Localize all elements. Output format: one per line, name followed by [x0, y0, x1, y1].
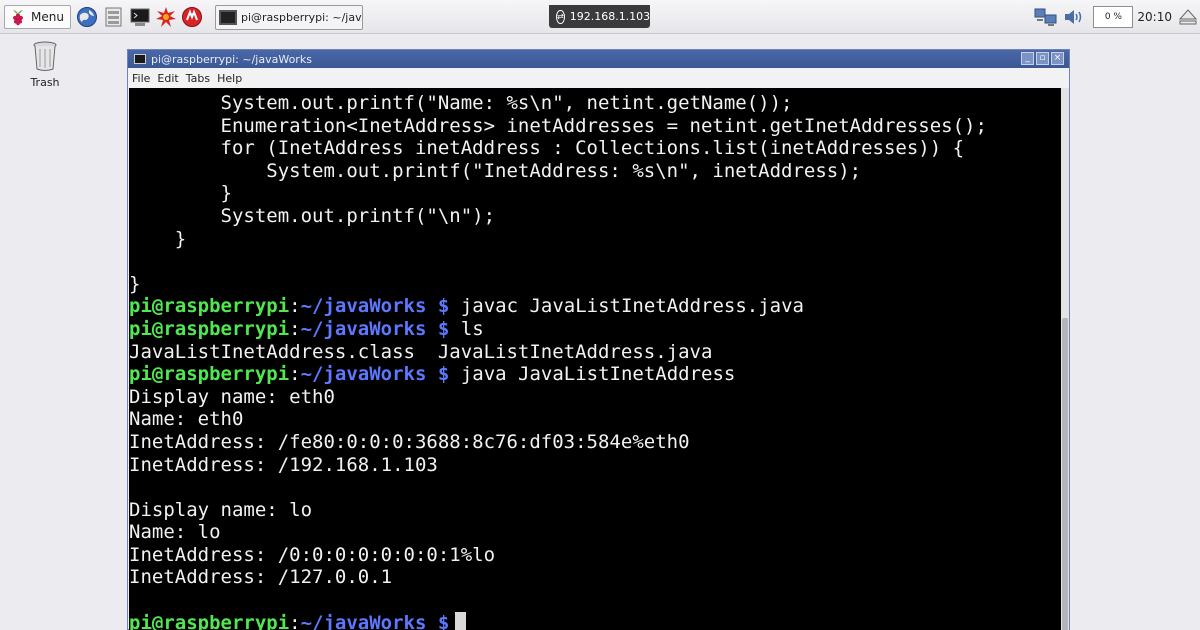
window-title: pi@raspberrypi: ~/javaWorks: [151, 52, 312, 66]
trash-icon: [33, 41, 57, 71]
prompt-path: ~/javaWorks: [300, 363, 427, 386]
prompt-line: pi@raspberrypi:~/javaWorks $ java JavaLi…: [129, 363, 736, 386]
vnc-icon: ⇄: [556, 9, 565, 24]
window-menubar: File Edit Tabs Help: [128, 68, 1069, 88]
command-text: java JavaListInetAddress: [460, 363, 736, 386]
menu-help[interactable]: Help: [217, 72, 242, 85]
vnc-connection-badge[interactable]: ⇄ 192.168.1.103: [549, 5, 650, 28]
menu-label: Menu: [31, 10, 64, 24]
network-icon[interactable]: [1033, 7, 1059, 27]
vnc-ip: 192.168.1.103: [569, 10, 651, 23]
prompt-path: ~/javaWorks: [300, 611, 427, 630]
terminal-icon: [134, 54, 146, 64]
globe-icon[interactable]: [76, 6, 98, 28]
terminal-line: InetAddress: /0:0:0:0:0:0:0:1%lo: [129, 543, 496, 566]
prompt-sign: $: [437, 611, 450, 630]
terminal-line: System.out.printf("Name: %s\n", netint.g…: [129, 92, 793, 114]
prompt-sign: $: [437, 317, 450, 340]
desktop-trash[interactable]: Trash: [22, 40, 68, 89]
math-icon[interactable]: [155, 6, 177, 28]
terminal-line: Enumeration<InetAddress> inetAddresses =…: [129, 114, 987, 137]
terminal-line: InetAddress: /fe80:0:0:0:3688:8c76:df03:…: [129, 430, 690, 453]
terminal-line: InetAddress: /127.0.0.1: [129, 566, 393, 589]
clock[interactable]: 20:10: [1137, 10, 1172, 24]
prompt-path: ~/javaWorks: [300, 317, 427, 340]
terminal-line: }: [129, 182, 232, 205]
prompt-user: pi@raspberrypi: [129, 611, 290, 630]
terminal-line: }: [129, 272, 141, 295]
terminal-line: }: [129, 227, 187, 250]
terminal-icon: [219, 10, 237, 25]
terminal-icon[interactable]: [129, 6, 151, 28]
scrollbar-thumb[interactable]: [1062, 318, 1068, 630]
taskbar-terminal-task[interactable]: pi@raspberrypi: ~/jav...: [215, 5, 363, 30]
raspberry-icon: [13, 9, 23, 26]
prompt-line: pi@raspberrypi:~/javaWorks $ ls: [129, 317, 484, 340]
window-titlebar[interactable]: pi@raspberrypi: ~/javaWorks _ ▫ ×: [128, 50, 1069, 68]
terminal-line: InetAddress: /192.168.1.103: [129, 453, 438, 476]
menu-file[interactable]: File: [132, 72, 150, 85]
terminal-window: pi@raspberrypi: ~/javaWorks _ ▫ × File E…: [127, 49, 1070, 630]
text-cursor: [455, 611, 467, 630]
system-tray: 0 % 20:10: [1033, 5, 1200, 29]
eject-icon[interactable]: [1178, 7, 1198, 27]
menu-button[interactable]: Menu: [4, 5, 71, 29]
prompt-sign: $: [437, 295, 450, 318]
file-manager-icon[interactable]: [103, 6, 125, 28]
volume-icon[interactable]: [1063, 7, 1085, 27]
prompt-line: pi@raspberrypi:~/javaWorks $: [129, 611, 1062, 630]
prompt-user: pi@raspberrypi: [129, 295, 290, 318]
terminal-line: System.out.printf("\n");: [129, 204, 496, 227]
terminal-output[interactable]: System.out.printf("Name: %s\n", netint.g…: [129, 88, 1062, 630]
terminal-line: JavaListInetAddress.class JavaListInetAd…: [129, 340, 713, 363]
prompt-user: pi@raspberrypi: [129, 363, 290, 386]
terminal-line: for (InetAddress inetAddress : Collectio…: [129, 137, 965, 160]
trash-label: Trash: [30, 76, 60, 89]
terminal-line: System.out.printf("InetAddress: %s\n", i…: [129, 159, 862, 182]
wolfram-icon[interactable]: [181, 6, 203, 28]
top-panel: Menu pi@raspberrypi: ~/jav... ⇄ 192.168.…: [0, 0, 1200, 34]
terminal-line: Display name: lo: [129, 498, 313, 521]
minimize-button[interactable]: _: [1021, 52, 1034, 65]
prompt-line: pi@raspberrypi:~/javaWorks $ javac JavaL…: [129, 295, 804, 318]
prompt-sign: $: [437, 363, 450, 386]
terminal-scrollbar[interactable]: [1061, 88, 1069, 630]
prompt-path: ~/javaWorks: [300, 295, 427, 318]
terminal-line: Name: eth0: [129, 408, 244, 431]
terminal-line: Name: lo: [129, 521, 221, 544]
menu-tabs[interactable]: Tabs: [186, 72, 210, 85]
terminal-line: Display name: eth0: [129, 385, 335, 408]
task-label: pi@raspberrypi: ~/jav...: [241, 11, 363, 24]
command-text: javac JavaListInetAddress.java: [460, 295, 804, 318]
command-text: ls: [460, 317, 484, 340]
menu-edit[interactable]: Edit: [157, 72, 178, 85]
cpu-monitor[interactable]: 0 %: [1093, 6, 1134, 28]
prompt-user: pi@raspberrypi: [129, 317, 290, 340]
close-button[interactable]: ×: [1051, 52, 1064, 65]
maximize-button[interactable]: ▫: [1036, 52, 1049, 65]
